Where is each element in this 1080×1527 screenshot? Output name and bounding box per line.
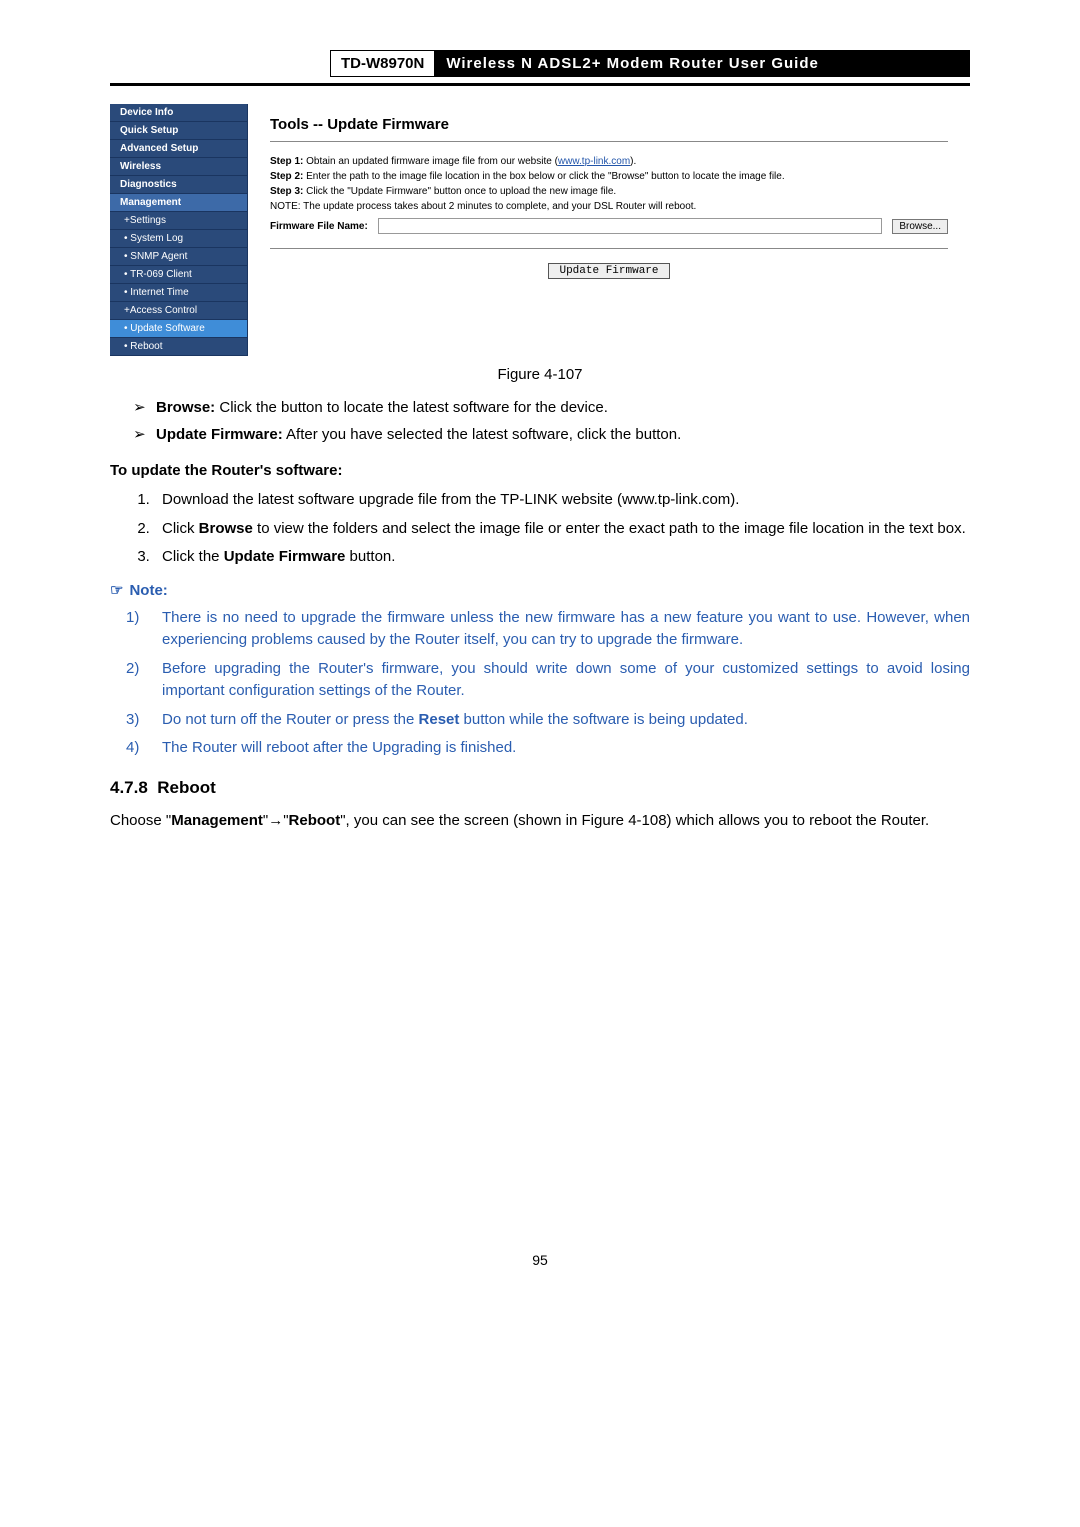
page-root: TD-W8970N Wireless N ADSL2+ Modem Router… — [0, 0, 1080, 1308]
figure-caption: Figure 4-107 — [110, 366, 970, 383]
update-firmware-button[interactable]: Update Firmware — [548, 263, 669, 279]
nav-item[interactable]: • Reboot — [110, 338, 248, 356]
header: TD-W8970N Wireless N ADSL2+ Modem Router… — [110, 50, 970, 83]
nav-item[interactable]: Quick Setup — [110, 122, 248, 140]
section-body: Choose "Management"→"Reboot", you can se… — [110, 810, 970, 833]
page-number: 95 — [110, 1252, 970, 1268]
divider — [270, 248, 948, 249]
bullet-list: Browse: Click the button to locate the l… — [110, 397, 970, 446]
file-row: Firmware File Name: Browse... — [270, 218, 948, 234]
bullet-update-firmware: Update Firmware: After you have selected… — [154, 424, 970, 447]
divider — [270, 141, 948, 142]
nav-item[interactable]: • Update Software — [110, 320, 248, 338]
browse-button[interactable]: Browse... — [892, 219, 948, 234]
nav-item[interactable]: Device Info — [110, 104, 248, 122]
header-divider — [110, 83, 970, 86]
arrow-icon: → — [268, 812, 283, 829]
nav-item[interactable]: Wireless — [110, 158, 248, 176]
pointing-hand-icon: ☞ — [110, 582, 123, 599]
step-item-3: Click the Update Firmware button. — [154, 546, 970, 569]
step-1: Step 1: Obtain an updated firmware image… — [270, 156, 948, 167]
note-item-3: Do not turn off the Router or press the … — [154, 709, 970, 732]
nav-item[interactable]: • System Log — [110, 230, 248, 248]
notes-list: There is no need to upgrade the firmware… — [110, 607, 970, 760]
step-2: Step 2: Enter the path to the image file… — [270, 171, 948, 182]
note-text: NOTE: The update process takes about 2 m… — [270, 201, 948, 212]
step-item-2: Click Browse to view the folders and sel… — [154, 518, 970, 541]
section-heading: 4.7.8 Reboot — [110, 778, 970, 798]
website-link[interactable]: www.tp-link.com — [558, 156, 630, 167]
update-heading: To update the Router's software: — [110, 462, 970, 479]
doc-title: Wireless N ADSL2+ Modem Router User Guid… — [434, 50, 970, 77]
content-panel: Tools -- Update Firmware Step 1: Obtain … — [248, 104, 970, 356]
nav-item[interactable]: +Settings — [110, 212, 248, 230]
nav-item[interactable]: • SNMP Agent — [110, 248, 248, 266]
firmware-file-input[interactable] — [378, 218, 883, 234]
panel-title: Tools -- Update Firmware — [270, 116, 948, 133]
step-3: Step 3: Click the "Update Firmware" butt… — [270, 186, 948, 197]
nav-item[interactable]: Advanced Setup — [110, 140, 248, 158]
note-heading: ☞Note: — [110, 581, 970, 599]
note-item-1: There is no need to upgrade the firmware… — [154, 607, 970, 652]
model-number: TD-W8970N — [330, 50, 434, 77]
nav-item[interactable]: • TR-069 Client — [110, 266, 248, 284]
sidebar-nav: Device InfoQuick SetupAdvanced SetupWire… — [110, 104, 248, 356]
nav-item[interactable]: Management — [110, 194, 248, 212]
bullet-browse: Browse: Click the button to locate the l… — [154, 397, 970, 420]
screenshot-figure: Device InfoQuick SetupAdvanced SetupWire… — [110, 104, 970, 356]
nav-item[interactable]: Diagnostics — [110, 176, 248, 194]
file-label: Firmware File Name: — [270, 221, 368, 232]
note-item-4: The Router will reboot after the Upgradi… — [154, 737, 970, 760]
nav-item[interactable]: +Access Control — [110, 302, 248, 320]
step-item-1: Download the latest software upgrade fil… — [154, 489, 970, 512]
nav-item[interactable]: • Internet Time — [110, 284, 248, 302]
steps-list: Download the latest software upgrade fil… — [110, 489, 970, 569]
note-item-2: Before upgrading the Router's firmware, … — [154, 658, 970, 703]
